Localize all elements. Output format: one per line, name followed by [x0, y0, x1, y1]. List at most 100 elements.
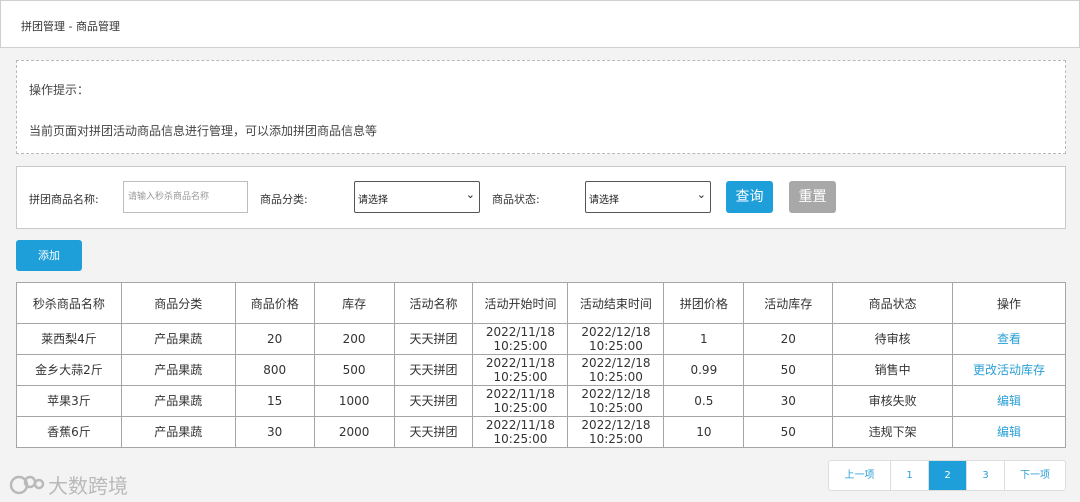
cell-activity: 天天拼团: [393, 354, 474, 386]
edit-link[interactable]: 编辑: [997, 425, 1021, 439]
breadcrumb: 拼团管理 - 商品管理: [21, 20, 120, 33]
pagination: 上一项 1 2 3 下一项: [828, 460, 1066, 491]
cell-category: 产品果蔬: [120, 385, 236, 417]
start-time: 10:25:00: [493, 432, 548, 446]
cell-price: 30: [234, 416, 315, 448]
logo-icon: [9, 475, 45, 494]
category-select[interactable]: 请选择 ⌄: [354, 181, 480, 213]
watermark: 大数跨境: [8, 470, 128, 499]
cell-group-price: 10: [663, 416, 745, 448]
status-label: 商品状态:: [492, 193, 540, 206]
add-button[interactable]: 添加: [16, 240, 82, 271]
cell-category: 产品果蔬: [120, 416, 236, 448]
start-date: 2022/11/18: [485, 418, 556, 432]
col-header: 活动结束时间: [567, 282, 665, 324]
product-name-input[interactable]: [123, 181, 248, 213]
cell-group-price: 0.99: [663, 354, 745, 386]
end-time: 10:25:00: [588, 370, 643, 384]
category-label: 商品分类:: [260, 193, 308, 206]
col-header: 活动开始时间: [472, 282, 569, 324]
cell-activity: 天天拼团: [393, 385, 474, 417]
end-date: 2022/12/18: [581, 325, 651, 339]
edit-link[interactable]: 编辑: [997, 394, 1021, 408]
cell-end-time: 2022/12/18 10:25:00: [567, 385, 665, 417]
start-date: 2022/11/18: [485, 325, 556, 339]
chevron-down-icon: ⌄: [696, 188, 706, 201]
cell-activity-stock: 50: [743, 416, 834, 448]
prev-page-button[interactable]: 上一项: [829, 461, 891, 490]
cell-action: 编辑: [952, 385, 1066, 417]
header-bar: 拼团管理 - 商品管理: [0, 0, 1080, 48]
query-button[interactable]: 查询: [726, 181, 773, 213]
name-label: 拼团商品名称:: [29, 193, 99, 206]
status-select[interactable]: 请选择 ⌄: [585, 181, 711, 213]
cell-activity: 天天拼团: [393, 416, 474, 448]
cell-name: 苹果3斤: [16, 385, 122, 417]
end-time: 10:25:00: [588, 401, 643, 415]
chevron-down-icon: ⌄: [465, 188, 475, 201]
change-stock-link[interactable]: 更改活动库存: [973, 363, 1045, 377]
category-select-value: 请选择: [358, 195, 388, 206]
status-select-value: 请选择: [589, 195, 619, 206]
cell-name: 香蕉6斤: [16, 416, 122, 448]
col-header: 库存: [313, 282, 395, 324]
col-header: 拼团价格: [663, 282, 745, 324]
end-time: 10:25:00: [588, 339, 643, 353]
cell-stock: 200: [313, 323, 395, 355]
cell-end-time: 2022/12/18 10:25:00: [567, 354, 665, 386]
cell-start-time: 2022/11/18 10:25:00: [472, 354, 569, 386]
col-header: 操作: [952, 282, 1066, 324]
end-date: 2022/12/18: [581, 387, 651, 401]
cell-end-time: 2022/12/18 10:25:00: [567, 416, 665, 448]
cell-start-time: 2022/11/18 10:25:00: [472, 416, 569, 448]
start-date: 2022/11/18: [485, 356, 556, 370]
table-row: 苹果3斤 产品果蔬 15 1000 天天拼团 2022/11/18 10:25:0…: [16, 385, 1066, 417]
col-header: 活动名称: [393, 282, 474, 324]
table-header-row: 秒杀商品名称 商品分类 商品价格 库存 活动名称 活动开始时间 活动结束时间 拼…: [16, 282, 1066, 324]
watermark-text: 大数跨境: [48, 474, 128, 498]
page-button-2[interactable]: 2: [929, 461, 967, 490]
start-time: 10:25:00: [493, 370, 548, 384]
cell-start-time: 2022/11/18 10:25:00: [472, 385, 569, 417]
col-header: 商品分类: [120, 282, 236, 324]
cell-start-time: 2022/11/18 10:25:00: [472, 323, 569, 355]
start-time: 10:25:00: [493, 339, 548, 353]
cell-status: 销售中: [832, 354, 954, 386]
reset-button[interactable]: 重置: [789, 181, 836, 213]
page-button-1[interactable]: 1: [891, 461, 929, 490]
col-header: 活动库存: [743, 282, 834, 324]
cell-action: 编辑: [952, 416, 1066, 448]
next-page-button[interactable]: 下一项: [1005, 461, 1065, 490]
end-date: 2022/12/18: [581, 356, 651, 370]
cell-price: 20: [234, 323, 315, 355]
end-time: 10:25:00: [588, 432, 643, 446]
cell-action: 查看: [952, 323, 1066, 355]
col-header: 商品状态: [832, 282, 954, 324]
cell-category: 产品果蔬: [120, 323, 236, 355]
end-date: 2022/12/18: [581, 418, 651, 432]
filter-panel: 拼团商品名称: 商品分类: 请选择 ⌄ 商品状态: 请选择 ⌄ 查询 重置: [16, 166, 1066, 229]
cell-end-time: 2022/12/18 10:25:00: [567, 323, 665, 355]
start-date: 2022/11/18: [485, 387, 556, 401]
tips-title: 操作提示：: [29, 83, 90, 97]
product-table: 秒杀商品名称 商品分类 商品价格 库存 活动名称 活动开始时间 活动结束时间 拼…: [16, 282, 1066, 448]
cell-price: 15: [234, 385, 315, 417]
view-link[interactable]: 查看: [997, 332, 1021, 346]
cell-name: 莱西梨4斤: [16, 323, 122, 355]
cell-activity-stock: 30: [743, 385, 834, 417]
tips-text: 当前页面对拼团活动商品信息进行管理，可以添加拼团商品信息等: [29, 124, 378, 138]
cell-category: 产品果蔬: [120, 354, 236, 386]
cell-price: 800: [234, 354, 315, 386]
cell-status: 审核失败: [832, 385, 954, 417]
cell-stock: 500: [313, 354, 395, 386]
page-button-3[interactable]: 3: [967, 461, 1005, 490]
col-header: 商品价格: [234, 282, 315, 324]
cell-status: 违规下架: [832, 416, 954, 448]
cell-status: 待审核: [832, 323, 954, 355]
table-row: 莱西梨4斤 产品果蔬 20 200 天天拼团 2022/11/18 10:25:0…: [16, 323, 1066, 355]
col-header: 秒杀商品名称: [16, 282, 122, 324]
tips-panel: 操作提示： 当前页面对拼团活动商品信息进行管理，可以添加拼团商品信息等: [16, 60, 1066, 154]
cell-activity-stock: 50: [743, 354, 834, 386]
cell-action: 更改活动库存: [952, 354, 1066, 386]
table-row: 金乡大蒜2斤 产品果蔬 800 500 天天拼团 2022/11/18 10:25…: [16, 354, 1066, 386]
